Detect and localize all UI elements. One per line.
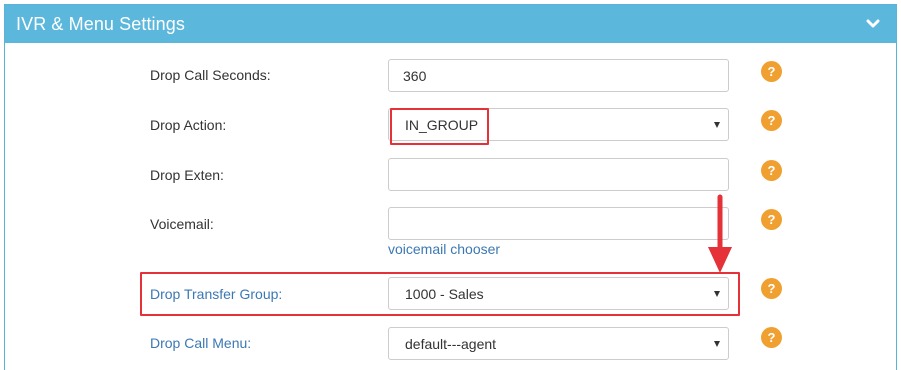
question-circle-icon[interactable]: ? bbox=[761, 209, 782, 230]
drop-action-label: Drop Action: bbox=[150, 117, 227, 133]
arrow-down-icon bbox=[708, 194, 732, 273]
question-circle-icon[interactable]: ? bbox=[761, 327, 782, 348]
drop-call-seconds-label: Drop Call Seconds: bbox=[150, 67, 271, 83]
question-circle-icon[interactable]: ? bbox=[761, 160, 782, 181]
question-circle-icon[interactable]: ? bbox=[761, 278, 782, 299]
drop-exten-input[interactable] bbox=[388, 158, 729, 191]
drop-transfer-group-highlight bbox=[140, 272, 740, 316]
drop-call-menu-select[interactable]: default---agent bbox=[388, 327, 729, 360]
panel-title: IVR & Menu Settings bbox=[16, 14, 185, 34]
question-circle-icon[interactable]: ? bbox=[761, 110, 782, 131]
drop-call-seconds-input[interactable] bbox=[388, 59, 729, 92]
panel-header[interactable]: IVR & Menu Settings bbox=[5, 5, 896, 43]
drop-call-menu-value: default---agent bbox=[405, 336, 497, 352]
caret-down-icon bbox=[714, 341, 720, 347]
chevron-down-icon[interactable] bbox=[866, 19, 880, 29]
voicemail-input[interactable] bbox=[388, 207, 729, 240]
drop-action-highlight bbox=[390, 108, 489, 145]
drop-exten-label: Drop Exten: bbox=[150, 167, 224, 183]
drop-call-menu-label[interactable]: Drop Call Menu: bbox=[150, 335, 251, 351]
caret-down-icon bbox=[714, 122, 720, 128]
question-circle-icon[interactable]: ? bbox=[761, 61, 782, 82]
voicemail-label: Voicemail: bbox=[150, 216, 214, 232]
voicemail-chooser-link[interactable]: voicemail chooser bbox=[388, 241, 500, 257]
